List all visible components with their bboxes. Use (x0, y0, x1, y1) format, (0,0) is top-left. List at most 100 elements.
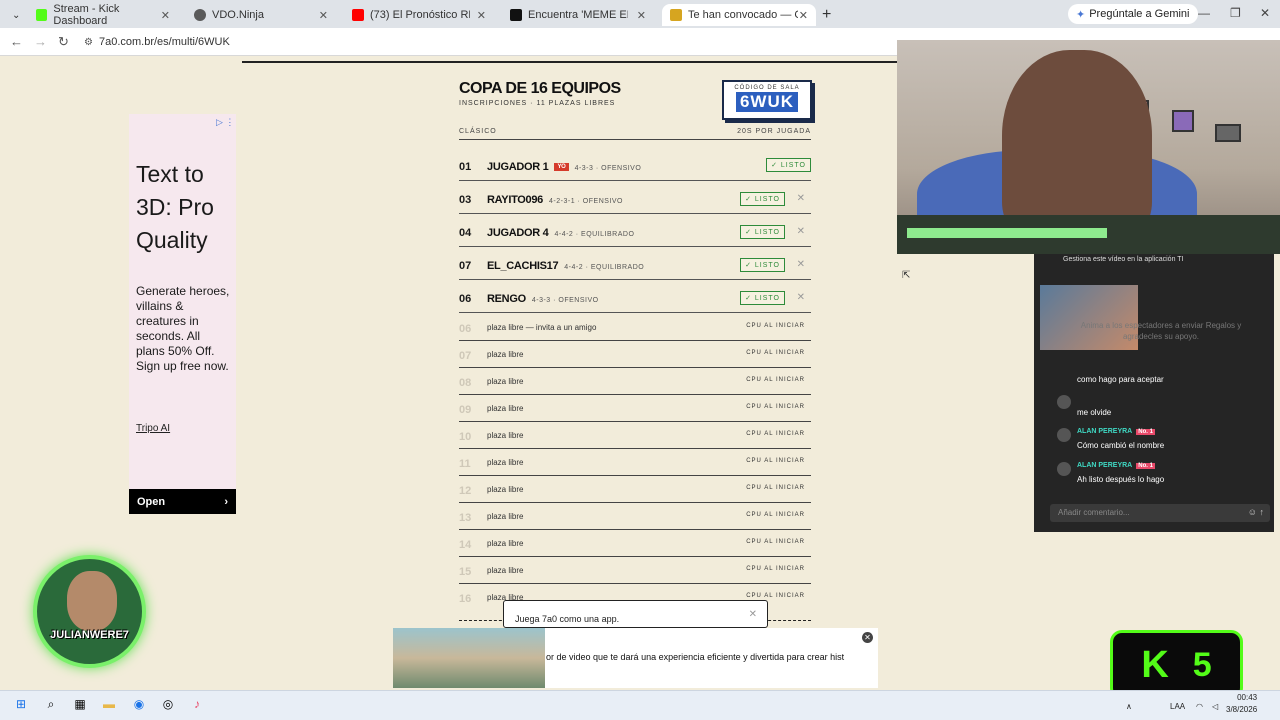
gemini-icon: ✦ (1076, 8, 1086, 21)
comment-input[interactable]: Añadir comentario... ☺ ↑ (1050, 504, 1270, 522)
avatar (1057, 428, 1071, 442)
player-name: JUGADOR 1 YO 4-3-3 · OFENSIVO (487, 161, 642, 173)
manage-video-hint: Gestiona este vídeo en la aplicación TI (1063, 256, 1184, 263)
cpu-fill-label: CPU AL INICIAR (746, 431, 805, 437)
language-indicator[interactable]: LAA (1170, 702, 1185, 711)
player-name: JUGADOR 4 4-4-2 · EQUILIBRADO (487, 227, 635, 239)
copa-favicon-icon (670, 9, 682, 21)
cpu-fill-label: CPU AL INICIAR (746, 458, 805, 464)
close-tab-icon[interactable]: ✕ (477, 9, 486, 22)
slot-number: 04 (459, 227, 472, 239)
streamer-face (67, 571, 117, 631)
back-icon[interactable]: ← (10, 34, 23, 49)
player-formation: 4-4-2 · EQUILIBRADO (564, 264, 645, 271)
slot-number: 06 (459, 323, 472, 335)
slot-number: 07 (459, 350, 472, 362)
free-slot-label: plaza libre (487, 377, 524, 386)
kick-count: 5 (1192, 645, 1212, 684)
reload-icon[interactable]: ↻ (58, 34, 69, 50)
kick-player-icon[interactable]: ✕ (797, 292, 805, 303)
ad-brand-link[interactable]: Tripo AI (136, 423, 170, 434)
kick-player-icon[interactable]: ✕ (797, 259, 805, 270)
time-per-play: 20S POR JUGADA (737, 128, 811, 135)
close-window-icon[interactable]: ✕ (1260, 6, 1270, 20)
kick-player-icon[interactable]: ✕ (797, 226, 805, 237)
ad-choices-icon[interactable]: ▷ ⋮ (216, 117, 234, 128)
slot-number: 11 (459, 458, 471, 470)
slot-number: 08 (459, 377, 472, 389)
forward-icon[interactable]: → (34, 34, 47, 49)
free-slot-row: 08 plaza libre CPU AL INICIAR (459, 368, 811, 395)
minimize-icon[interactable]: — (1198, 6, 1210, 20)
close-tab-icon[interactable]: ✕ (637, 9, 646, 22)
app-icon[interactable]: ▦ (72, 696, 88, 712)
vdo-ninja-favicon-icon (194, 9, 206, 21)
volume-icon[interactable]: ◁ (1212, 702, 1218, 711)
tab-youtube[interactable]: (73) El Pronóstico REMIX (V ✕ (344, 4, 494, 26)
chat-username: ALAN PEREYRA No. 1 (1077, 428, 1155, 435)
free-slot-label: plaza libre (487, 458, 524, 467)
url-field[interactable]: ⚙ 7a0.com.br/es/multi/6WUK (84, 32, 894, 52)
chevron-right-icon: › (224, 495, 228, 508)
streamer-avatar: JULIANWERE7 (33, 555, 146, 668)
player-formation: 4-4-2 · EQUILIBRADO (554, 231, 635, 238)
mode-bar: CLÁSICO 20S POR JUGADA (459, 128, 811, 140)
close-tab-icon[interactable]: ✕ (319, 9, 328, 22)
top-gifter-badge: No. 1 (1136, 463, 1155, 469)
app-install-toast[interactable]: Juega 7a0 como una app. ✕ (503, 600, 768, 628)
emoji-and-send-icon[interactable]: ☺ ↑ (1248, 507, 1264, 517)
free-slot-row: 11 plaza libre CPU AL INICIAR (459, 449, 811, 476)
close-tab-icon[interactable]: ✕ (799, 9, 808, 22)
ready-badge: ✓ LISTO (766, 158, 811, 172)
kick-logo-icon: K (1141, 643, 1169, 686)
tiktok-icon[interactable]: ♪ (189, 696, 205, 712)
cpu-fill-label: CPU AL INICIAR (746, 566, 805, 572)
file-explorer-icon[interactable]: ▬ (101, 696, 117, 712)
mouse-cursor-icon: ⇱ (902, 270, 911, 281)
network-icon[interactable]: ◠ (1196, 702, 1203, 711)
player-row: 07 EL_CACHIS17 4-4-2 · EQUILIBRADO ✓ LIST… (459, 247, 811, 280)
tab-copa-active[interactable]: Te han convocado — Copa de ✕ (662, 4, 816, 26)
ad-open-button[interactable]: Open › (129, 489, 236, 514)
player-formation: 4-3-3 · OFENSIVO (574, 165, 642, 172)
kick-favicon-icon (36, 9, 48, 21)
chat-username: ALAN PEREYRA No. 1 (1077, 462, 1155, 469)
slot-number: 06 (459, 293, 472, 305)
close-ad-icon[interactable]: ✕ (862, 632, 873, 643)
room-code-label: CÓDIGO DE SALA (734, 85, 800, 91)
cpu-fill-label: CPU AL INICIAR (746, 485, 805, 491)
room-code-card[interactable]: CÓDIGO DE SALA 6WUK (722, 80, 812, 120)
taskbar-clock[interactable]: 00:43 3/8/2026 (1226, 692, 1257, 716)
free-slot-row: 09 plaza libre CPU AL INICIAR (459, 395, 811, 422)
slot-number: 07 (459, 260, 472, 272)
ad-thumbnail (393, 628, 545, 688)
slot-number: 09 (459, 404, 472, 416)
free-slot-row[interactable]: 06 plaza libre — invita a un amigo CPU A… (459, 314, 811, 341)
tab-tiktok-search[interactable]: Encuentra 'MEME EL CHAQUI' ✕ (502, 4, 654, 26)
restore-icon[interactable]: ❐ (1230, 6, 1241, 20)
free-slot-label: plaza libre (487, 539, 524, 548)
obs-icon[interactable]: ◎ (160, 696, 176, 712)
tab-kick-dashboard[interactable]: Stream - Kick Dashboard ✕ (28, 3, 178, 27)
gemini-button[interactable]: ✦ Pregúntale a Gemini (1068, 4, 1198, 24)
cpu-fill-label: CPU AL INICIAR (746, 512, 805, 518)
player-name: RAYITO096 4-2-3-1 · OFENSIVO (487, 194, 623, 206)
player-formation: 4-3-3 · OFENSIVO (531, 297, 599, 304)
cpu-fill-label: CPU AL INICIAR (746, 377, 805, 383)
kick-player-icon[interactable]: ✕ (797, 193, 805, 204)
search-icon[interactable]: ⌕ (43, 696, 59, 712)
slot-number: 12 (459, 485, 472, 497)
tab-vdo-ninja[interactable]: VDO.Ninja ✕ (186, 4, 336, 26)
chrome-icon[interactable]: ◉ (131, 696, 147, 712)
slot-number: 16 (459, 593, 472, 605)
gift-hint: Anima a los espectadores a enviar Regalo… (1080, 321, 1242, 341)
windows-start-icon[interactable]: ⊞ (13, 696, 29, 712)
webcam-overlay (897, 40, 1280, 254)
close-toast-icon[interactable]: ✕ (749, 609, 757, 620)
tray-chevron-icon[interactable]: ∧ (1126, 702, 1132, 711)
ready-badge: ✓ LISTO (740, 192, 785, 206)
new-tab-button[interactable]: + (822, 6, 831, 24)
tab-menu-button[interactable]: ⌄ (4, 4, 28, 26)
site-info-icon[interactable]: ⚙ (84, 37, 93, 48)
close-tab-icon[interactable]: ✕ (161, 9, 170, 22)
